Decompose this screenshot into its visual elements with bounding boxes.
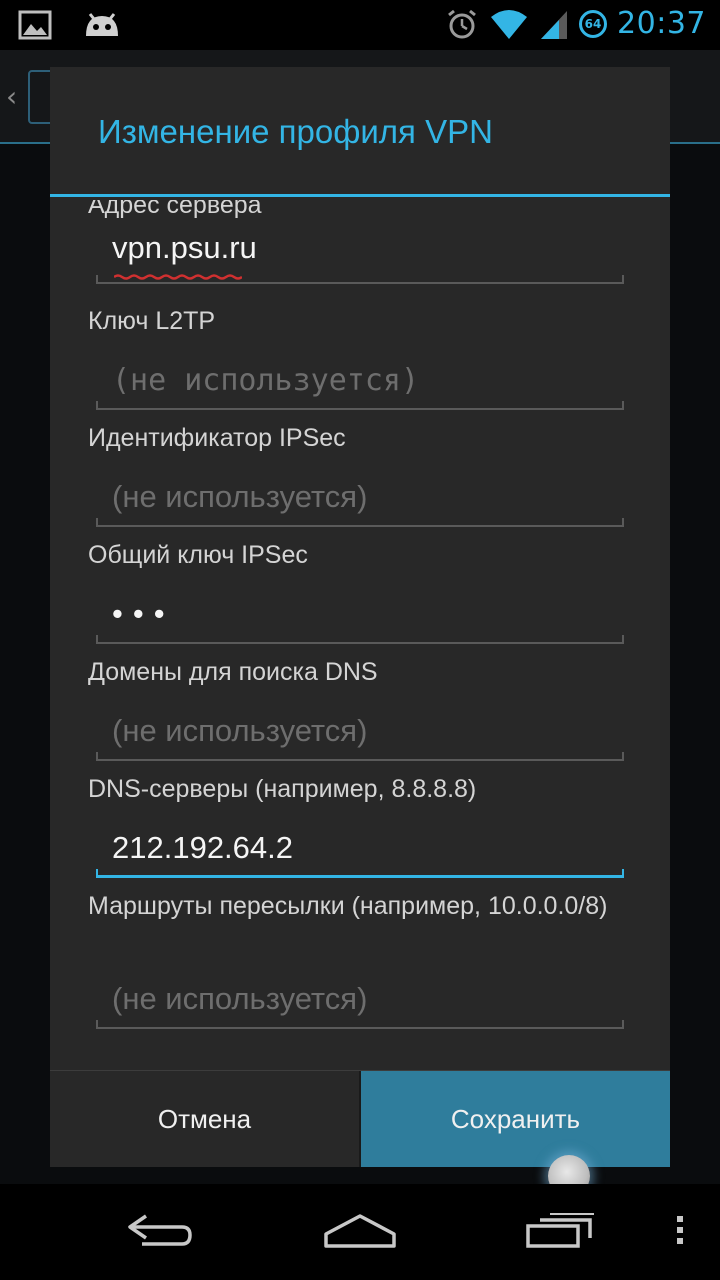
ipsec-identifier-input[interactable]: (не используется) (96, 465, 624, 527)
home-icon[interactable] (322, 1210, 398, 1250)
ipsec-shared-key-input[interactable]: ••• (96, 582, 624, 644)
badge-64-icon: 64 (579, 9, 608, 38)
signal-icon (541, 10, 568, 39)
wifi-icon (491, 9, 528, 39)
status-bar: 64 20:37 (0, 0, 720, 50)
server-address-input[interactable]: vpn.psu.ru (96, 216, 624, 284)
input-value: vpn.psu.ru (112, 230, 257, 265)
field-label: DNS-серверы (например, 8.8.8.8) (88, 775, 477, 803)
field-label: Ключ L2TP (88, 307, 216, 335)
input-value: ••• (112, 596, 175, 631)
dialog-buttons: Отмена Сохранить (50, 1070, 670, 1167)
field-label: Общий ключ IPSec (88, 541, 308, 569)
android-robot-icon (86, 13, 118, 36)
input-placeholder: (не используется) (112, 479, 368, 514)
clock: 20:37 (617, 6, 706, 41)
spellcheck-underline (114, 274, 242, 280)
alarm-icon (448, 9, 476, 38)
image-icon (18, 10, 52, 40)
input-placeholder: (не используется) (112, 713, 368, 748)
field-label: Маршруты пересылки (например, 10.0.0.0/8… (88, 892, 608, 920)
l2tp-key-input[interactable]: (не используется) (96, 348, 624, 410)
edit-vpn-profile-dialog: Изменение профиля VPN Адрес сервера vpn.… (50, 67, 670, 1167)
save-button[interactable]: Сохранить (361, 1071, 670, 1167)
field-label: Домены для поиска DNS (88, 658, 378, 686)
input-placeholder: (не используется) (112, 981, 368, 1016)
input-value: 212.192.64.2 (112, 830, 294, 865)
dialog-header: Изменение профиля VPN (50, 67, 670, 197)
back-icon[interactable] (124, 1210, 196, 1250)
dns-search-domains-input[interactable]: (не используется) (96, 699, 624, 761)
cancel-button[interactable]: Отмена (50, 1071, 361, 1167)
navigation-bar (0, 1184, 720, 1280)
recents-icon[interactable] (524, 1210, 596, 1250)
dialog-body[interactable]: Адрес сервера vpn.psu.ru Ключ L2TP (не и… (50, 200, 670, 1070)
input-placeholder: (не используется) (112, 363, 420, 398)
background-back-icon: ‹ (6, 80, 18, 113)
dialog-title: Изменение профиля VPN (98, 113, 493, 150)
field-label: Идентификатор IPSec (88, 424, 346, 452)
dns-servers-input[interactable]: 212.192.64.2 (96, 816, 624, 878)
menu-icon[interactable] (672, 1210, 688, 1250)
forwarding-routes-input[interactable]: (не используется) (96, 967, 624, 1029)
